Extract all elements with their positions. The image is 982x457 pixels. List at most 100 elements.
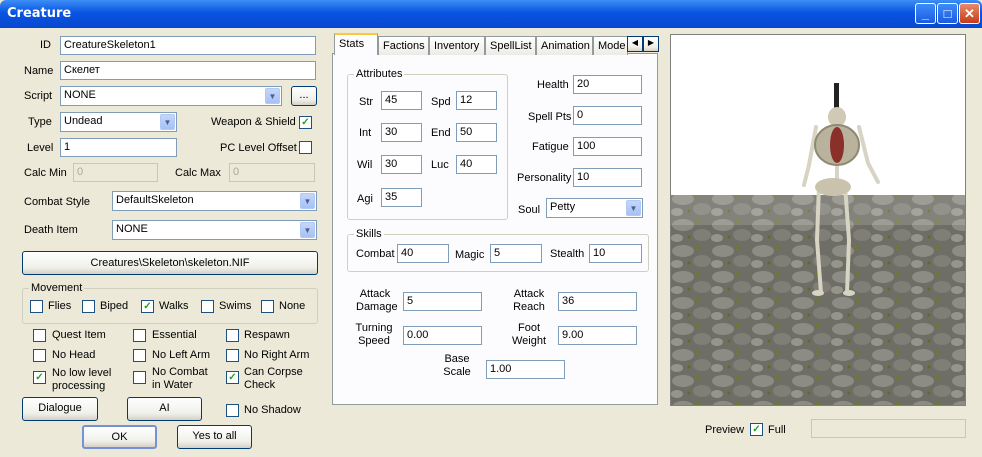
pc-level-offset-checkbox[interactable] bbox=[299, 141, 312, 154]
combat-style-label: Combat Style bbox=[24, 196, 91, 208]
foot-weight-label-2: Weight bbox=[511, 335, 547, 347]
soul-select[interactable]: Petty ▼ bbox=[546, 198, 643, 218]
level-field[interactable]: 1 bbox=[60, 138, 177, 157]
no-shadow-label: No Shadow bbox=[244, 404, 301, 416]
no-head-checkbox[interactable] bbox=[33, 349, 46, 362]
str-label: Str bbox=[359, 96, 374, 108]
skills-label: Skills bbox=[354, 228, 384, 240]
chevron-down-icon: ▼ bbox=[265, 88, 280, 104]
calc-min-field: 0 bbox=[73, 163, 158, 182]
calc-max-field: 0 bbox=[229, 163, 315, 182]
turning-speed-field[interactable]: 0.00 bbox=[403, 326, 482, 345]
minimize-button[interactable]: _ bbox=[915, 3, 936, 24]
model-path-button[interactable]: Creatures\Skeleton\skeleton.NIF bbox=[22, 251, 318, 275]
close-button[interactable]: ✕ bbox=[959, 3, 980, 24]
base-scale-field[interactable]: 1.00 bbox=[486, 360, 565, 379]
flies-label: Flies bbox=[48, 300, 72, 312]
tab-animation[interactable]: Animation bbox=[536, 36, 593, 55]
id-field[interactable]: CreatureSkeleton1 bbox=[60, 36, 316, 55]
none-checkbox[interactable] bbox=[261, 300, 274, 313]
turning-speed-label-1: Turning bbox=[355, 322, 393, 334]
luc-label: Luc bbox=[431, 159, 449, 171]
luc-field[interactable]: 40 bbox=[456, 155, 497, 174]
spell-pts-label: Spell Pts bbox=[528, 111, 572, 123]
window-title: Creature bbox=[7, 6, 72, 21]
ok-button[interactable]: OK bbox=[82, 425, 157, 449]
no-shadow-checkbox[interactable] bbox=[226, 404, 239, 417]
maximize-button[interactable]: □ bbox=[937, 3, 958, 24]
str-field[interactable]: 45 bbox=[381, 91, 422, 110]
magic-field[interactable]: 5 bbox=[490, 244, 542, 263]
essential-checkbox[interactable] bbox=[133, 329, 146, 342]
no-low-level-checkbox[interactable]: ✓ bbox=[33, 371, 46, 384]
can-corpse-label-1: Can Corpse bbox=[244, 366, 303, 378]
no-left-arm-checkbox[interactable] bbox=[133, 349, 146, 362]
base-scale-label-2: Scale bbox=[443, 366, 471, 378]
wil-field[interactable]: 30 bbox=[381, 155, 422, 174]
combat-field[interactable]: 40 bbox=[397, 244, 449, 263]
combat-style-select[interactable]: DefaultSkeleton ▼ bbox=[112, 191, 317, 211]
tab-scroll-right-button[interactable]: ▶ bbox=[643, 36, 659, 52]
swims-checkbox[interactable] bbox=[201, 300, 214, 313]
type-select[interactable]: Undead ▼ bbox=[60, 112, 177, 132]
int-field[interactable]: 30 bbox=[381, 123, 422, 142]
no-combat-water-checkbox[interactable] bbox=[133, 371, 146, 384]
end-field[interactable]: 50 bbox=[456, 123, 497, 142]
tab-inventory[interactable]: Inventory bbox=[429, 36, 485, 55]
script-select[interactable]: NONE ▼ bbox=[60, 86, 282, 106]
walks-checkbox[interactable]: ✓ bbox=[141, 300, 154, 313]
can-corpse-check-checkbox[interactable]: ✓ bbox=[226, 371, 239, 384]
yes-to-all-button[interactable]: Yes to all bbox=[177, 425, 252, 449]
attack-reach-label-1: Attack bbox=[513, 288, 545, 300]
quest-item-checkbox[interactable] bbox=[33, 329, 46, 342]
tab-spelllist[interactable]: SpellList bbox=[485, 36, 536, 55]
no-right-arm-checkbox[interactable] bbox=[226, 349, 239, 362]
attack-reach-label-2: Reach bbox=[513, 301, 545, 313]
preview-full-checkbox[interactable]: ✓ bbox=[750, 423, 763, 436]
script-edit-button[interactable]: ... bbox=[291, 86, 317, 106]
can-corpse-label-2: Check bbox=[244, 379, 276, 391]
tab-scroll-left-button[interactable]: ◀ bbox=[627, 36, 643, 52]
no-combat-label-1: No Combat bbox=[152, 366, 208, 378]
calc-max-label: Calc Max bbox=[175, 167, 221, 179]
flies-checkbox[interactable] bbox=[30, 300, 43, 313]
dialogue-button[interactable]: Dialogue bbox=[22, 397, 98, 421]
creature-preview-viewport[interactable] bbox=[670, 34, 966, 406]
preview-full-label: Full bbox=[768, 424, 786, 436]
respawn-checkbox[interactable] bbox=[226, 329, 239, 342]
tab-stats[interactable]: Stats bbox=[334, 33, 378, 55]
no-combat-label-2: in Water bbox=[152, 379, 193, 391]
attack-damage-label-2: Damage bbox=[356, 301, 398, 313]
no-right-arm-label: No Right Arm bbox=[244, 349, 310, 361]
chevron-down-icon: ▼ bbox=[300, 222, 315, 238]
personality-field[interactable]: 10 bbox=[573, 168, 642, 187]
biped-checkbox[interactable] bbox=[82, 300, 95, 313]
pc-level-offset-label: PC Level Offset bbox=[220, 142, 297, 154]
id-label: ID bbox=[40, 39, 51, 51]
tab-model[interactable]: Mode bbox=[593, 36, 628, 55]
weapon-shield-checkbox[interactable]: ✓ bbox=[299, 116, 312, 129]
fatigue-field[interactable]: 100 bbox=[573, 137, 642, 156]
attack-damage-field[interactable]: 5 bbox=[403, 292, 482, 311]
chevron-down-icon: ▼ bbox=[626, 200, 641, 216]
no-head-label: No Head bbox=[52, 349, 96, 361]
fatigue-label: Fatigue bbox=[532, 141, 569, 153]
health-field[interactable]: 20 bbox=[573, 75, 642, 94]
attack-reach-field[interactable]: 36 bbox=[558, 292, 637, 311]
tab-factions[interactable]: Factions bbox=[378, 36, 429, 55]
stealth-field[interactable]: 10 bbox=[589, 244, 642, 263]
swims-label: Swims bbox=[219, 300, 252, 312]
spell-pts-field[interactable]: 0 bbox=[573, 106, 642, 125]
soul-value: Petty bbox=[550, 201, 576, 213]
agi-field[interactable]: 35 bbox=[381, 188, 422, 207]
spd-field[interactable]: 12 bbox=[456, 91, 497, 110]
movement-label: Movement bbox=[29, 282, 85, 294]
wil-label: Wil bbox=[357, 159, 373, 171]
death-item-select[interactable]: NONE ▼ bbox=[112, 220, 317, 240]
quest-item-label: Quest Item bbox=[52, 329, 106, 341]
foot-weight-field[interactable]: 9.00 bbox=[558, 326, 637, 345]
name-field[interactable]: Скелет bbox=[60, 61, 316, 80]
ai-button[interactable]: AI bbox=[127, 397, 202, 421]
combat-label: Combat bbox=[356, 248, 395, 260]
preview-status-field bbox=[811, 419, 966, 438]
